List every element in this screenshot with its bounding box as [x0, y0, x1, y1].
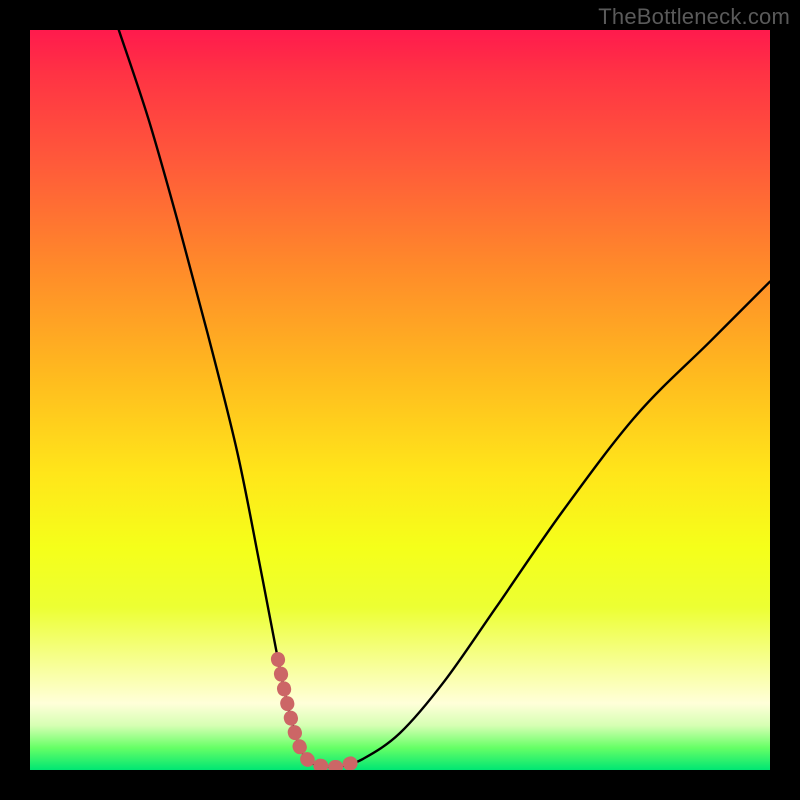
plot-area: [30, 30, 770, 770]
bottleneck-curve: [119, 30, 770, 767]
valley-highlight: [278, 659, 363, 767]
brand-watermark: TheBottleneck.com: [598, 4, 790, 30]
curve-svg: [30, 30, 770, 770]
chart-frame: TheBottleneck.com: [0, 0, 800, 800]
